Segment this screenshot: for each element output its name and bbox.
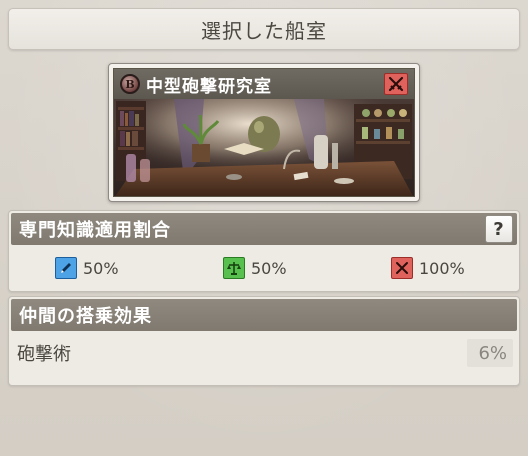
room-illustration: [114, 99, 414, 196]
specialty-ratio-title: 専門知識適用割合: [19, 220, 171, 241]
crossed-swords-icon: [384, 73, 408, 95]
specialty-ratio-title-bar: 専門知識適用割合 ?: [11, 213, 517, 245]
specialty-ratio-panel: 専門知識適用割合 ? 50% 50% 100%: [8, 210, 520, 292]
effect-label: 砲撃術: [17, 344, 71, 365]
help-label: ?: [493, 218, 505, 240]
ratio-item-trade-scales: 50%: [223, 257, 287, 279]
help-button[interactable]: ?: [485, 215, 513, 243]
ratio-value-pen: 50%: [83, 258, 119, 278]
crew-effect-title-bar: 仲間の搭乗効果: [11, 299, 517, 331]
room-title-bar: B 中型砲撃研究室: [114, 69, 414, 99]
effect-value-text: 6%: [478, 342, 507, 364]
room-card[interactable]: B 中型砲撃研究室: [108, 63, 420, 202]
crew-effect-title: 仲間の搭乗効果: [19, 306, 152, 327]
selected-room-header: 選択した船室: [8, 8, 520, 50]
effect-value: 6%: [467, 339, 513, 367]
room-card-inner: B 中型砲撃研究室: [113, 68, 415, 197]
room-rank-badge: B: [120, 74, 140, 94]
crossed-swords-icon: [391, 257, 413, 279]
ratio-value-swords: 100%: [419, 258, 465, 278]
room-name: 中型砲撃研究室: [146, 76, 272, 97]
scales-icon: [223, 257, 245, 279]
ratio-item-battle-pen: 50%: [55, 257, 119, 279]
ratio-value-scales: 50%: [251, 258, 287, 278]
ratio-item-combat-swords: 100%: [391, 257, 465, 279]
room-rank-letter: B: [125, 77, 135, 91]
effect-row: 砲撃術 6%: [9, 333, 519, 373]
pen-icon: [55, 257, 77, 279]
crew-effect-panel: 仲間の搭乗効果 砲撃術 6%: [8, 296, 520, 386]
header-title: 選択した船室: [201, 18, 327, 43]
